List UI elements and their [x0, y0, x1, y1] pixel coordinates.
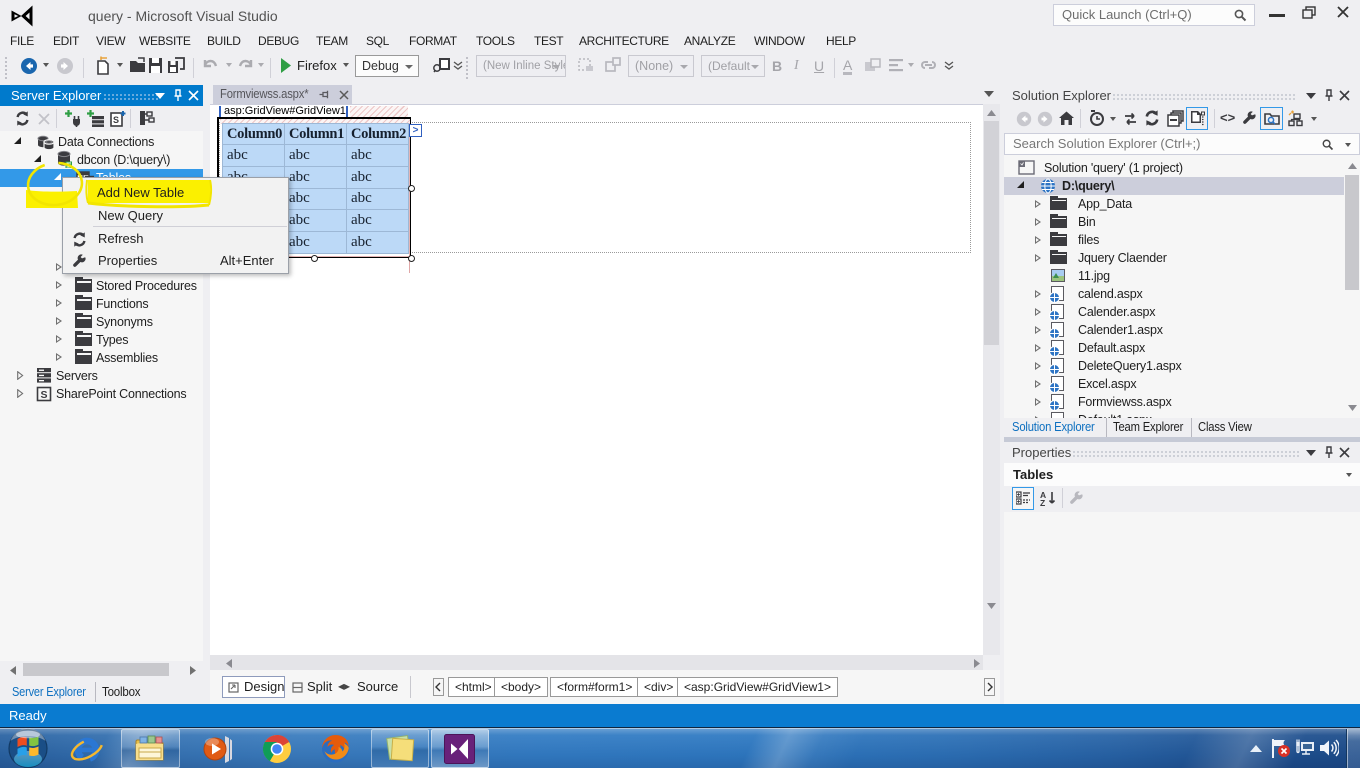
- svg-text:Z: Z: [1040, 498, 1045, 507]
- svg-text:S: S: [41, 389, 48, 401]
- svg-text:S: S: [113, 115, 119, 125]
